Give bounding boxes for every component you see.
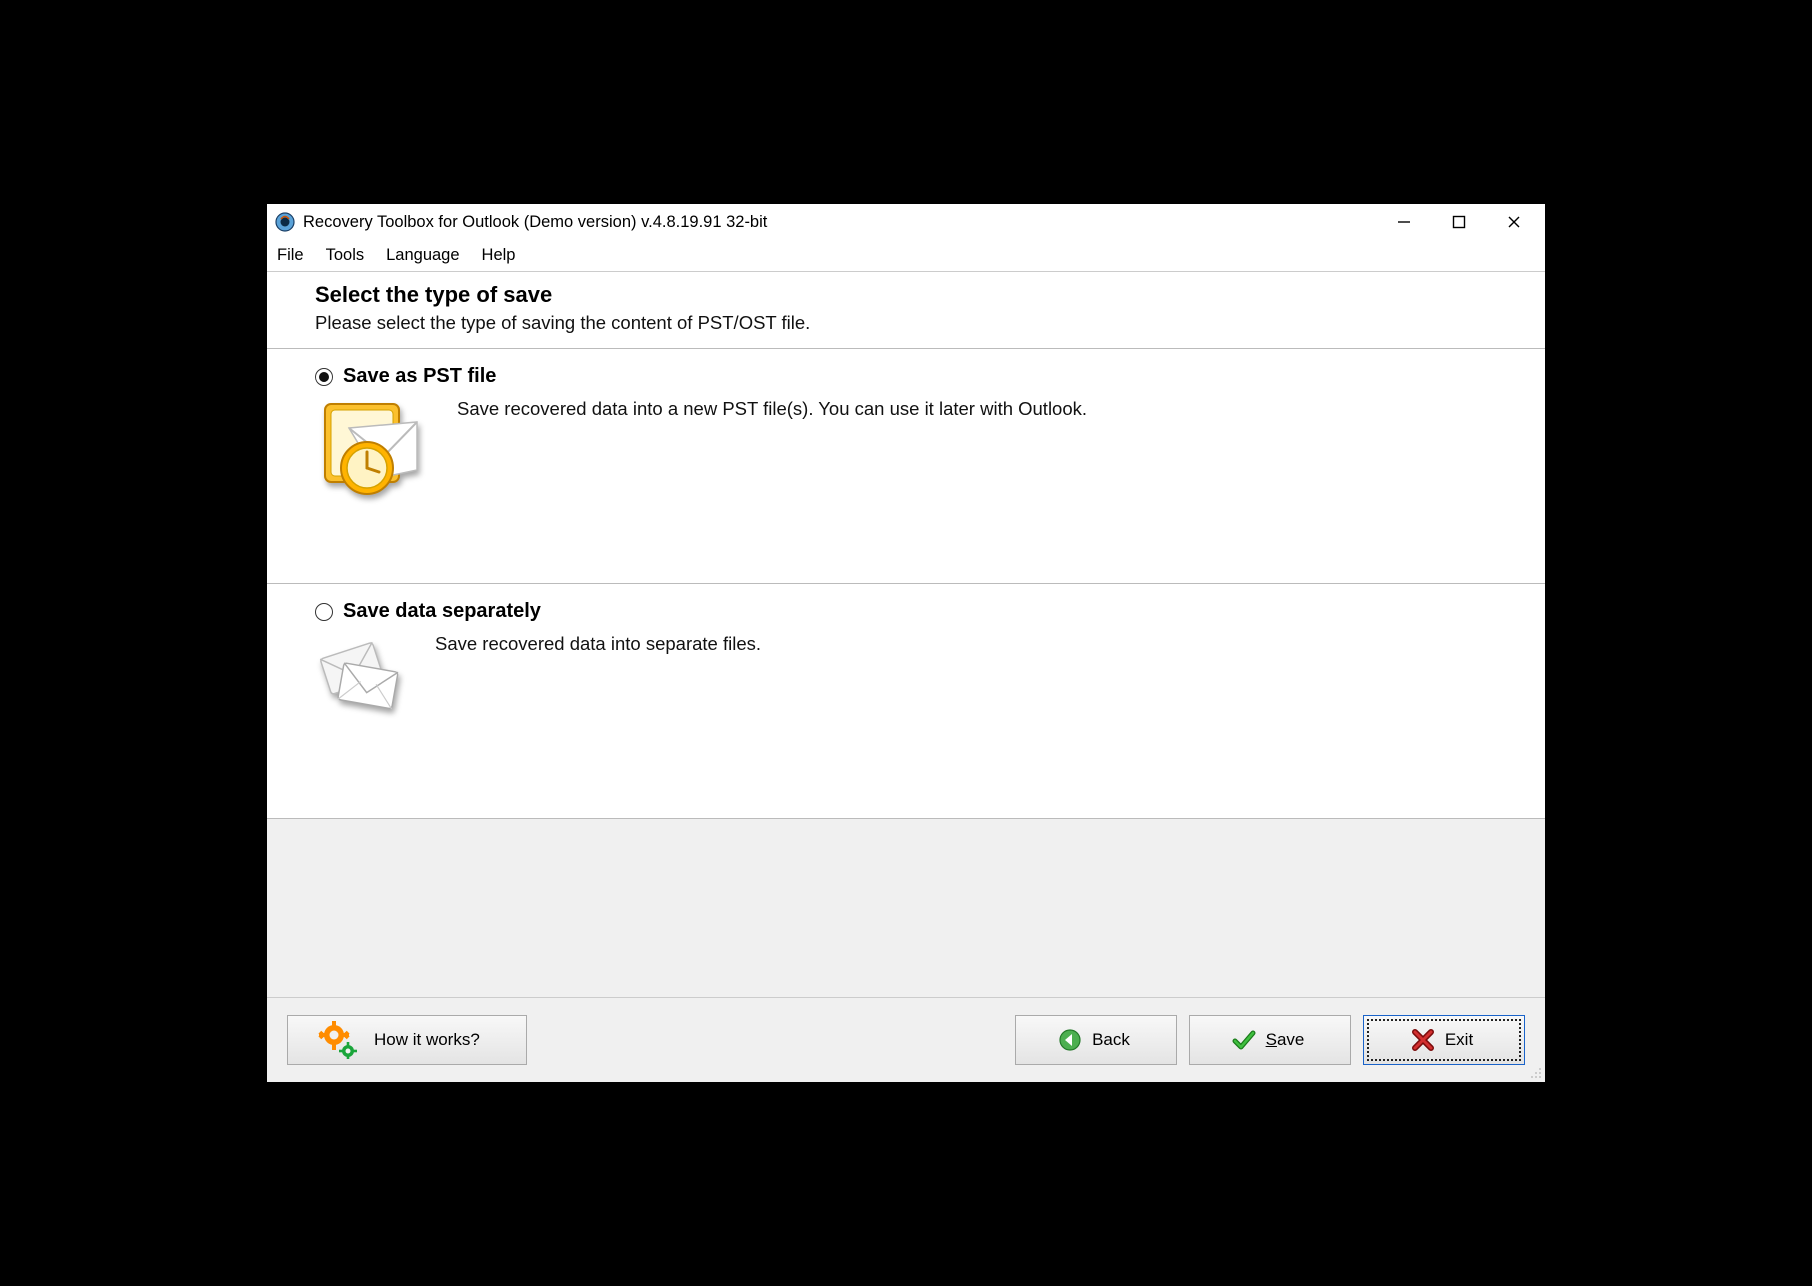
button-label: Exit [1445, 1030, 1473, 1050]
save-button[interactable]: Save [1189, 1015, 1351, 1065]
radio-save-separately[interactable] [315, 603, 333, 621]
arrow-left-icon [1058, 1028, 1082, 1052]
menu-help[interactable]: Help [482, 246, 516, 265]
footer-bar: How it works? Back [267, 997, 1545, 1082]
title-bar: Recovery Toolbox for Outlook (Demo versi… [267, 204, 1545, 240]
option-label: Save as PST file [343, 365, 496, 388]
menu-tools[interactable]: Tools [326, 246, 365, 265]
outlook-pst-icon [319, 398, 429, 498]
page-subtitle: Please select the type of saving the con… [315, 312, 1497, 334]
page-title: Select the type of save [315, 282, 1497, 308]
minimize-button[interactable] [1376, 206, 1431, 238]
app-window: Recovery Toolbox for Outlook (Demo versi… [267, 204, 1545, 1082]
window-title: Recovery Toolbox for Outlook (Demo versi… [303, 213, 767, 232]
button-label: How it works? [374, 1030, 480, 1050]
back-button[interactable]: Back [1015, 1015, 1177, 1065]
option-save-separately[interactable]: Save data separately [267, 584, 1545, 819]
exit-button[interactable]: Exit [1363, 1015, 1525, 1065]
menu-language[interactable]: Language [386, 246, 459, 265]
option-description: Save recovered data into separate files. [435, 633, 761, 715]
menu-file[interactable]: File [277, 246, 304, 265]
button-label: Save [1266, 1030, 1305, 1050]
option-label: Save data separately [343, 600, 541, 623]
close-button[interactable] [1486, 206, 1541, 238]
page-header: Select the type of save Please select th… [267, 272, 1545, 349]
options-panel: Save as PST file [267, 349, 1545, 997]
envelopes-icon [319, 633, 407, 715]
how-it-works-button[interactable]: How it works? [287, 1015, 527, 1065]
gears-icon [318, 1021, 358, 1059]
close-x-icon [1411, 1028, 1435, 1052]
resize-grip[interactable] [1528, 1065, 1542, 1079]
check-icon [1232, 1028, 1256, 1052]
radio-save-as-pst[interactable] [315, 368, 333, 386]
option-description: Save recovered data into a new PST file(… [457, 398, 1087, 498]
menu-bar: File Tools Language Help [267, 240, 1545, 272]
maximize-button[interactable] [1431, 206, 1486, 238]
button-label: Back [1092, 1030, 1130, 1050]
option-save-as-pst[interactable]: Save as PST file [267, 349, 1545, 584]
app-icon [275, 212, 295, 232]
